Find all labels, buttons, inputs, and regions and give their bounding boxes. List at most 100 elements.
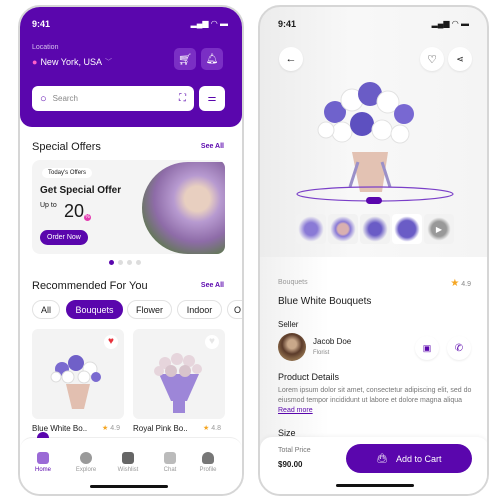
total-price-label: Total Price <box>278 447 311 454</box>
special-offers-see-all[interactable]: See All <box>201 143 224 150</box>
product-card[interactable]: ♥ <box>32 329 124 419</box>
chip-bouquets[interactable]: Bouquets <box>66 300 123 319</box>
order-now-button[interactable]: Order Now <box>40 230 88 245</box>
nav-chat[interactable]: Chat <box>150 452 190 473</box>
seller-role: Florist <box>313 350 330 356</box>
seller-name: Jacob Doe <box>313 337 352 346</box>
nav-explore[interactable]: Explore <box>66 452 106 473</box>
map-pin-icon <box>80 452 92 464</box>
heart-outline-icon: ♡ <box>427 53 437 66</box>
search-input[interactable]: ○ Search ⛶ <box>32 86 194 111</box>
product-details-title: Product Details <box>278 372 340 382</box>
location-selector[interactable]: ● New York, USA ﹀ <box>32 57 112 67</box>
star-icon: ★ <box>450 278 460 289</box>
location-value: New York, USA <box>40 57 102 67</box>
user-icon <box>202 452 214 464</box>
read-more-link[interactable]: Read more <box>278 407 313 414</box>
product-card[interactable]: ♥ <box>133 329 225 419</box>
home-indicator <box>336 484 414 487</box>
chat-icon <box>164 452 176 464</box>
back-button[interactable]: ← <box>279 47 303 71</box>
star-icon: ★ <box>102 425 109 432</box>
add-to-cart-button[interactable]: 👜︎ Add to Cart <box>346 444 472 473</box>
product-title: Blue White Bouquets <box>278 296 372 307</box>
add-to-cart-label: Add to Cart <box>395 453 442 464</box>
offer-banner[interactable]: Today's Offers Get Special Offer Up to 2… <box>32 160 225 254</box>
product-name: Royal Pink Bo.. <box>133 424 188 433</box>
star-icon: ★ <box>203 425 210 432</box>
banner-tag: Today's Offers <box>42 168 93 178</box>
nav-wishlist[interactable]: Wishlist <box>108 452 148 473</box>
recommended-title: Recommended For You <box>32 280 148 292</box>
thumbnail[interactable] <box>360 214 390 244</box>
search-icon: ○ <box>40 92 47 105</box>
favorite-heart-icon[interactable]: ♥ <box>205 335 219 349</box>
bouquet-360-viewer[interactable] <box>290 72 460 207</box>
banner-headline: Get Special Offer <box>40 185 122 196</box>
chat-icon: ▣ <box>422 342 432 353</box>
chip-all[interactable]: All <box>32 300 60 319</box>
play-icon: ▶ <box>435 224 443 234</box>
thumbnail[interactable] <box>392 214 422 244</box>
dot-active[interactable] <box>109 260 114 265</box>
nav-home[interactable]: Home <box>23 452 63 473</box>
bell-icon: 🔔︎ <box>205 53 219 65</box>
banner-up-to: Up to <box>40 202 57 209</box>
chip-more[interactable]: O <box>227 300 242 319</box>
category-label: Bouquets <box>278 279 308 286</box>
total-price-value: $90.00 <box>278 460 303 469</box>
status-time: 9:41 <box>32 19 51 29</box>
banner-percent: % <box>84 214 91 221</box>
status-icons: ▂▄▆ ◠ ▬ <box>431 19 469 28</box>
checkout-bar: Total Price $90.00 👜︎ Add to Cart <box>260 437 487 494</box>
status-time: 9:41 <box>278 19 297 29</box>
dot[interactable] <box>136 260 141 265</box>
filter-button[interactable]: ⚌ <box>199 86 225 111</box>
thumbnail-strip: ▶ <box>296 214 454 244</box>
product-rating: 4.9 <box>110 425 120 432</box>
heart-icon <box>122 452 134 464</box>
filter-icon: ⚌ <box>207 93 217 104</box>
call-seller-button[interactable]: ✆ <box>447 336 471 360</box>
cart-icon: 🛒︎ <box>178 53 192 66</box>
share-button[interactable]: ⋖ <box>448 47 472 71</box>
active-indicator <box>37 432 49 438</box>
thumbnail[interactable] <box>296 214 326 244</box>
shopping-bag-icon: 👜︎ <box>376 453 388 463</box>
favorite-heart-icon[interactable]: ♥ <box>104 335 118 349</box>
product-detail-screen: 9:41 ▂▄▆ ◠ ▬ ← ♡ ⋖ ▶ Bouquets ★ 4.9 Blue… <box>258 5 489 496</box>
phone-icon: ✆ <box>454 342 464 354</box>
recommended-see-all[interactable]: See All <box>201 282 224 289</box>
home-indicator <box>90 485 168 488</box>
special-offers-title: Special Offers <box>32 141 101 153</box>
notification-button[interactable]: 🔔︎ <box>201 48 223 70</box>
video-thumbnail[interactable]: ▶ <box>424 214 454 244</box>
seller-label: Seller <box>278 320 299 329</box>
location-label: Location <box>32 44 59 51</box>
product-rating: 4.8 <box>211 425 221 432</box>
chip-flower[interactable]: Flower <box>127 300 172 319</box>
scan-icon[interactable]: ⛶ <box>179 93 186 104</box>
search-placeholder: Search <box>52 94 79 103</box>
rating: 4.9 <box>461 281 471 288</box>
home-screen: 9:41 ▂▄▆ ◠ ▬ Location ● New York, USA ﹀ … <box>18 5 244 496</box>
cart-button[interactable]: 🛒︎ <box>174 48 196 70</box>
chevron-down-icon: ﹀ <box>104 59 112 66</box>
wishlist-button[interactable]: ♡ <box>420 47 444 71</box>
seller-avatar[interactable] <box>278 333 306 361</box>
status-icons: ▂▄▆ ◠ ▬ <box>190 19 228 28</box>
bottom-nav: Home Explore Wishlist Chat Profile <box>20 432 242 494</box>
carousel-dots[interactable] <box>109 260 141 265</box>
share-icon: ⋖ <box>456 53 464 64</box>
banner-woman-flowers-image <box>142 162 225 254</box>
rotate-handle <box>366 197 382 204</box>
dot[interactable] <box>118 260 123 265</box>
nav-profile[interactable]: Profile <box>188 452 228 473</box>
banner-value: 20 <box>64 201 85 221</box>
map-pin-icon: ● <box>32 57 38 67</box>
dot[interactable] <box>127 260 132 265</box>
message-seller-button[interactable]: ▣ <box>415 336 439 360</box>
thumbnail[interactable] <box>328 214 358 244</box>
home-icon <box>37 452 49 464</box>
chip-indoor[interactable]: Indoor <box>177 300 222 319</box>
